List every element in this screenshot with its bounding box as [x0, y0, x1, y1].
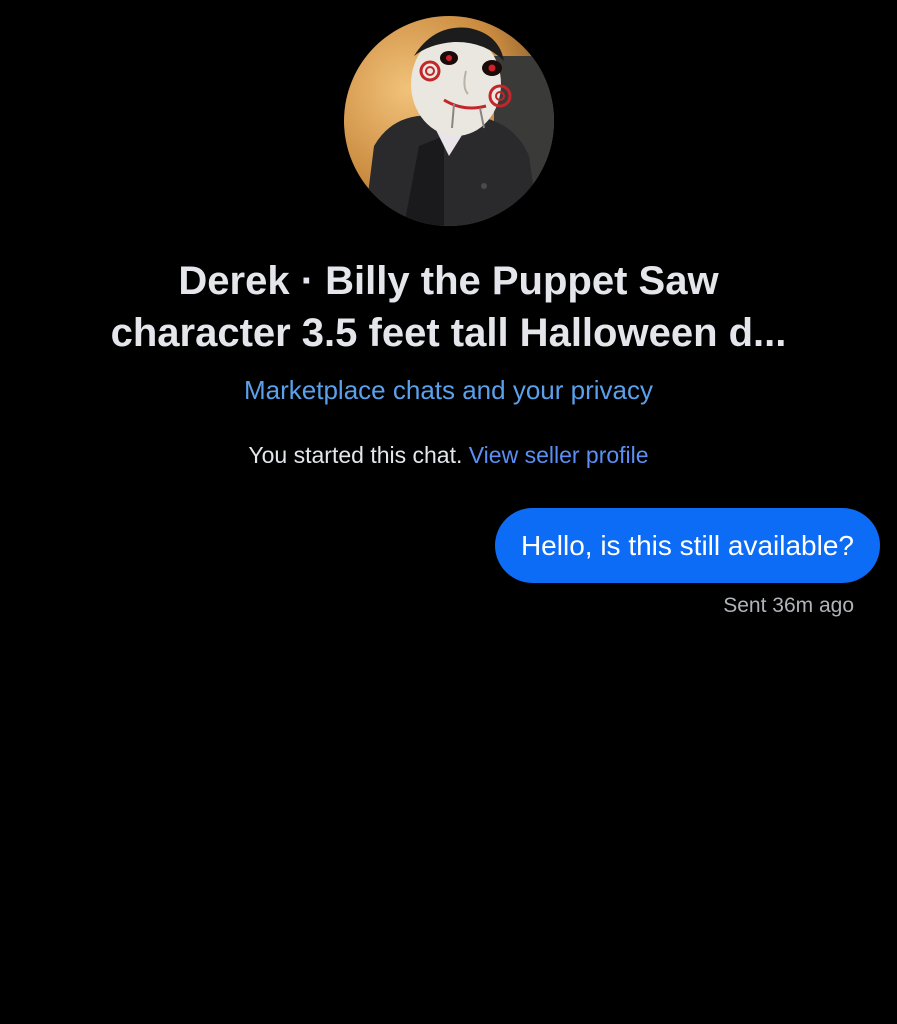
chat-info: You started this chat. View seller profi…: [0, 439, 897, 471]
message-sent-status: Sent 36m ago: [723, 594, 854, 617]
privacy-info-link[interactable]: Marketplace chats and your privacy: [0, 372, 897, 408]
sent-message-bubble[interactable]: Hello, is this still available?: [494, 508, 880, 583]
listing-title-line-2: character 3.5 feet tall Halloween d...: [110, 311, 787, 355]
listing-title: Derek · Billy the Puppet Saw character 3…: [20, 255, 877, 359]
avatar[interactable]: [344, 16, 554, 226]
billy-puppet-avatar-icon: [344, 16, 554, 226]
view-seller-profile-link[interactable]: View seller profile: [469, 442, 649, 468]
chat-started-text: You started this chat.: [248, 442, 463, 468]
listing-title-line-1: Derek · Billy the Puppet Saw: [178, 259, 719, 303]
